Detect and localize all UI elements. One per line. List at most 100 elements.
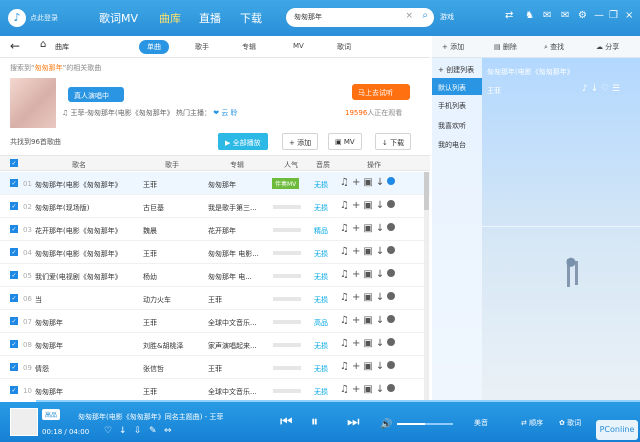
more-icon[interactable] xyxy=(387,384,396,392)
add-row-icon[interactable]: + xyxy=(352,177,360,188)
row-song[interactable]: 匆匆那年(电影《匆匆那年》 xyxy=(35,180,122,190)
listen-icon[interactable]: ♫ xyxy=(340,177,349,188)
play-all-button[interactable]: ▶ 全部播放 xyxy=(218,133,268,150)
lyrics-button[interactable]: ✿ 歌词 xyxy=(559,418,581,428)
previous-icon[interactable]: ⏮ xyxy=(280,414,293,430)
playlist-share-button[interactable]: ☁ 分享 xyxy=(596,42,619,52)
artist-avatar[interactable] xyxy=(10,78,56,128)
current-track-title[interactable]: 匆匆那年(电影《匆匆那年》同名主题曲) - 王菲 xyxy=(78,412,223,422)
listen-icon[interactable]: ♫ xyxy=(340,384,349,395)
listen-icon[interactable]: ♫ xyxy=(340,269,349,280)
quality-mode-badge[interactable]: 高品 xyxy=(42,409,61,420)
listen-icon[interactable]: ♫ xyxy=(340,361,349,372)
nav-library[interactable]: 曲库 xyxy=(159,10,181,26)
volume-slider[interactable] xyxy=(397,423,453,425)
row-checkbox[interactable]: ✓ xyxy=(10,202,18,210)
download-row-icon[interactable]: ↓ xyxy=(376,315,384,326)
shuffle-icon[interactable]: ⇄ xyxy=(505,10,513,21)
create-list-button[interactable]: + 创建列表 xyxy=(438,65,474,75)
sidebar-item-phone-list[interactable]: 手机列表 xyxy=(438,101,466,111)
add-row-icon[interactable]: + xyxy=(352,246,360,257)
song-row[interactable]: ✓ 08 匆匆那年 刘胜&胡桃泽 家声演唱起来... 无损 ♫ + ▣ ↓ xyxy=(0,333,430,356)
mv-tag[interactable]: 伴奏MV xyxy=(272,178,300,189)
nav-lyrics-mv[interactable]: 歌词MV xyxy=(99,10,138,26)
row-album[interactable]: 匆匆那年 xyxy=(208,180,236,190)
tab-singles[interactable]: 单曲 xyxy=(139,40,169,54)
sidebar-item-default-list[interactable]: 默认列表 xyxy=(432,78,482,95)
row-checkbox[interactable]: ✓ xyxy=(10,386,18,394)
row-album[interactable]: 我是歌手第三... xyxy=(208,203,257,213)
download-button[interactable]: ↓ 下载 xyxy=(375,133,412,150)
sidebar-item-favorites[interactable]: 我喜欢听 xyxy=(438,121,466,131)
song-row[interactable]: ✓ 03 花开那年(电影《匆匆那年》 魏晨 花开那年 精品 ♫ + ▣ ↓ xyxy=(0,218,430,241)
restore-icon[interactable]: ❐ xyxy=(609,10,618,21)
mv-row-icon[interactable]: ▣ xyxy=(363,269,372,280)
row-artist[interactable]: 王菲 xyxy=(143,318,157,328)
row-album[interactable]: 全球中文音乐... xyxy=(208,387,257,397)
search-input[interactable]: 匆匆那年 × ⌕ xyxy=(286,8,434,27)
more-icon[interactable] xyxy=(387,361,396,369)
login-link[interactable]: 点此登录 xyxy=(30,13,58,23)
song-list-scrollbar[interactable] xyxy=(424,172,429,418)
live-badge[interactable]: 真人演唱中 xyxy=(68,87,124,102)
row-album[interactable]: 花开那年 xyxy=(208,226,236,236)
sidebar-item-my-radio[interactable]: 我的电台 xyxy=(438,140,466,150)
playlist-current-artist[interactable]: 王菲 xyxy=(487,86,501,96)
message-icon[interactable]: ✉ xyxy=(543,10,551,21)
add-row-icon[interactable]: + xyxy=(352,361,360,372)
scrollbar-thumb[interactable] xyxy=(424,172,429,210)
tab-albums[interactable]: 专辑 xyxy=(234,40,264,54)
song-row[interactable]: ✓ 05 我们爱(电视剧《匆匆那年》 杨幼 匆匆那年 电... 无损 ♫ + ▣ ↓ xyxy=(0,264,430,287)
tab-mv[interactable]: MV xyxy=(285,40,312,54)
row-artist[interactable]: 魏晨 xyxy=(143,226,157,236)
row-checkbox[interactable]: ✓ xyxy=(10,248,18,256)
mv-row-icon[interactable]: ▣ xyxy=(363,338,372,349)
more-icon[interactable] xyxy=(387,200,396,208)
playlist-current-song[interactable]: 匆匆那年(电影《匆匆那年》 xyxy=(487,67,574,77)
song-row[interactable]: ✓ 07 匆匆那年 王菲 全球中文音乐... 高品 ♫ + ▣ ↓ xyxy=(0,310,430,333)
listen-icon[interactable]: ♫ xyxy=(340,292,349,303)
download-row-icon[interactable]: ↓ xyxy=(376,361,384,372)
save-icon[interactable]: ⇩ xyxy=(134,426,142,436)
more-icon[interactable] xyxy=(387,269,396,277)
row-album[interactable]: 王菲 xyxy=(208,295,222,305)
row-artist[interactable]: 动力火车 xyxy=(143,295,171,305)
add-row-icon[interactable]: + xyxy=(352,292,360,303)
song-row[interactable]: ✓ 10 匆匆那年 王菲 全球中文音乐... 无损 ♫ + ▣ ↓ xyxy=(0,379,430,402)
settings-icon[interactable]: ⚙ xyxy=(578,10,587,21)
row-checkbox[interactable]: ✓ xyxy=(10,225,18,233)
mv-row-icon[interactable]: ▣ xyxy=(363,384,372,395)
add-row-icon[interactable]: + xyxy=(352,200,360,211)
playlist-search-button[interactable]: ⌕ 查找 xyxy=(544,42,564,52)
row-song[interactable]: 倩怨 xyxy=(35,364,49,374)
more-icon[interactable] xyxy=(387,315,396,323)
row-checkbox[interactable]: ✓ xyxy=(10,179,18,187)
row-song[interactable]: 匆匆那年 xyxy=(35,387,63,397)
listen-now-button[interactable]: 马上去试听 xyxy=(352,84,410,100)
current-album-thumbnail[interactable] xyxy=(10,408,38,436)
add-row-icon[interactable]: + xyxy=(352,315,360,326)
row-album[interactable]: 王菲 xyxy=(208,364,222,374)
row-artist[interactable]: 王菲 xyxy=(143,249,157,259)
mv-row-icon[interactable]: ▣ xyxy=(363,315,372,326)
volume-icon[interactable]: 🔊 xyxy=(380,419,392,430)
breadcrumb[interactable]: 曲库 xyxy=(55,42,69,52)
row-artist[interactable]: 张信哲 xyxy=(143,364,164,374)
current-song-actions[interactable]: ♪ ↓ ♡ ☰ xyxy=(582,84,620,94)
next-icon[interactable]: ⏭ xyxy=(347,414,360,430)
song-row[interactable]: ✓ 02 匆匆那年(现场版) 古巨基 我是歌手第三... 无损 ♫ + ▣ ↓ xyxy=(0,195,430,218)
download-row-icon[interactable]: ↓ xyxy=(376,292,384,303)
listen-icon[interactable]: ♫ xyxy=(340,315,349,326)
song-row[interactable]: ✓ 09 倩怨 张信哲 王菲 无损 ♫ + ▣ ↓ xyxy=(0,356,430,379)
playback-progress[interactable] xyxy=(0,400,640,402)
row-artist[interactable]: 古巨基 xyxy=(143,203,164,213)
nav-download[interactable]: 下载 xyxy=(240,10,262,26)
row-song[interactable]: 花开那年(电影《匆匆那年》 xyxy=(35,226,122,236)
mv-button[interactable]: ▣ MV xyxy=(328,133,362,150)
mv-row-icon[interactable]: ▣ xyxy=(363,177,372,188)
row-song[interactable]: 匆匆那年 xyxy=(35,318,63,328)
download-row-icon[interactable]: ↓ xyxy=(376,246,384,257)
song-row[interactable]: ✓ 06 当 动力火车 王菲 无损 ♫ + ▣ ↓ xyxy=(0,287,430,310)
minimize-icon[interactable]: — xyxy=(594,10,604,21)
mail-icon[interactable]: ✉ xyxy=(561,10,569,21)
